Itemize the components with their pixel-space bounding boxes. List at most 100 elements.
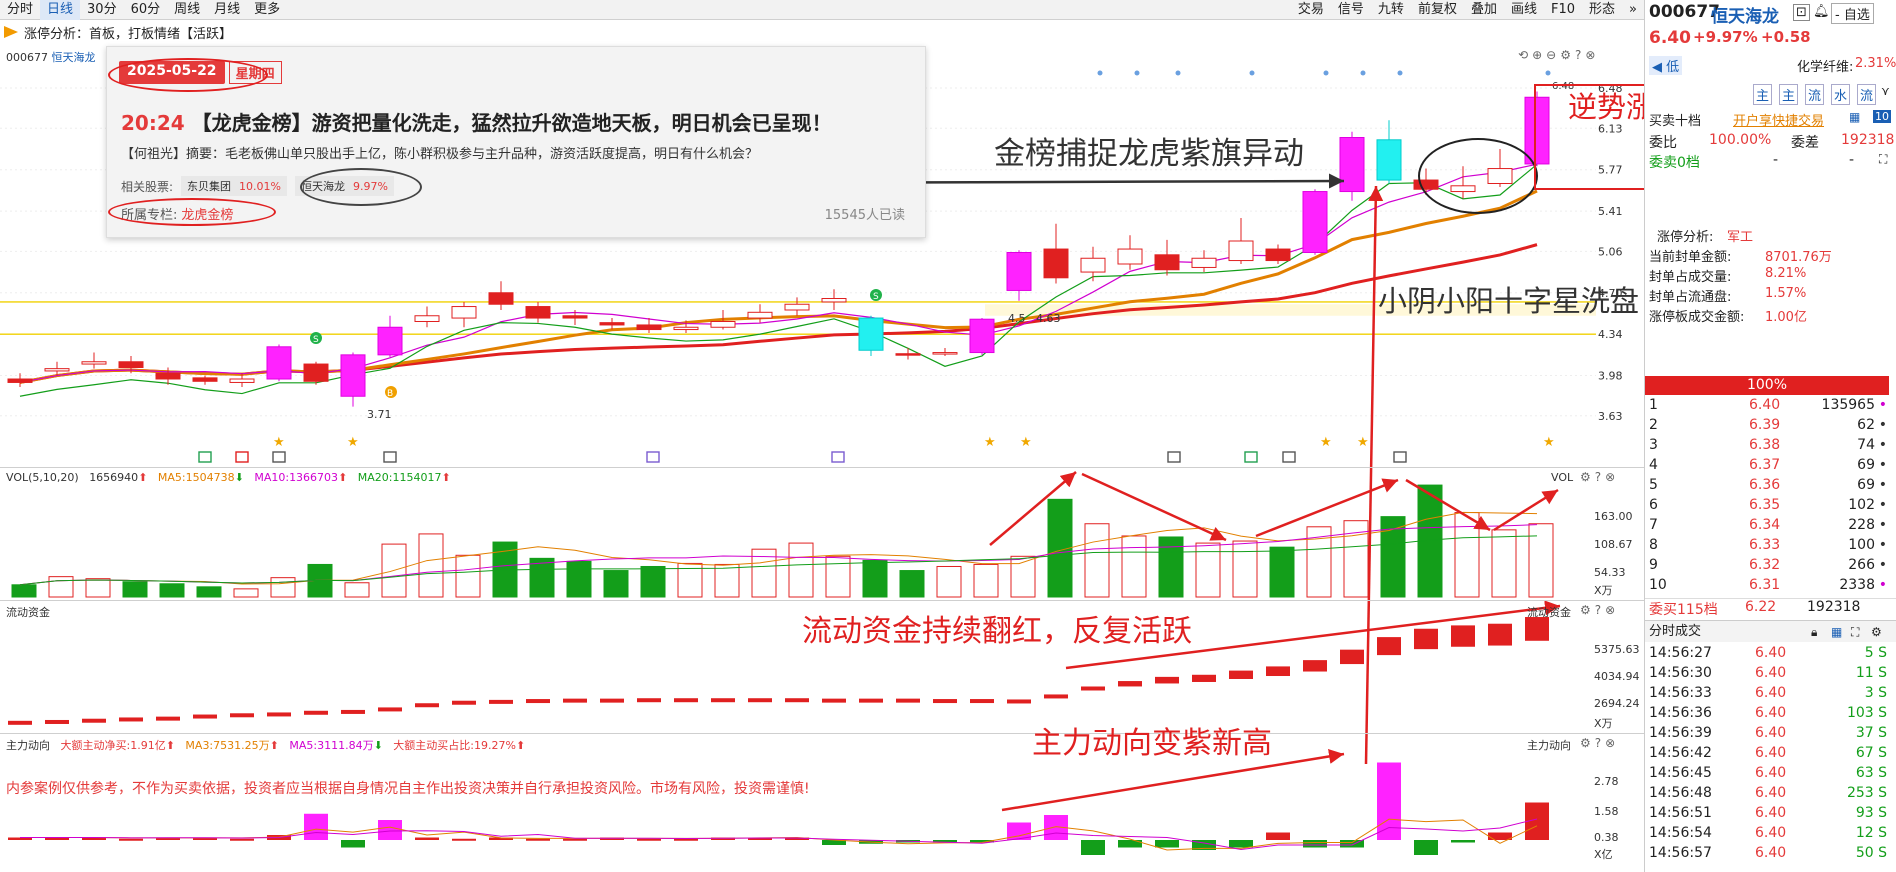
- volume-bar: [159, 583, 185, 598]
- tick-time: 14:56:48: [1649, 785, 1712, 801]
- tick-row: 14:56:51 6.40 93 S: [1645, 805, 1896, 825]
- settings-icon[interactable]: ⚙: [1580, 470, 1591, 484]
- self-select-button[interactable]: - 自选: [1831, 3, 1874, 24]
- flow-bar: [193, 714, 217, 719]
- expand-icon[interactable]: ⛶: [1851, 621, 1859, 643]
- volume-bar: [1454, 512, 1480, 598]
- order-book-row[interactable]: 9 6.32 266 •: [1649, 557, 1889, 577]
- order-book-row[interactable]: 2 6.39 62 •: [1649, 417, 1889, 437]
- close-icon[interactable]: ⊗: [1605, 736, 1615, 750]
- refresh-icon[interactable]: ⟲: [1518, 48, 1528, 62]
- weicha-label: 委差: [1791, 135, 1819, 151]
- main-tick: X亿: [1594, 848, 1613, 861]
- bid-price: 6.37: [1749, 457, 1781, 473]
- flow-bar: [1488, 623, 1512, 646]
- zoom-out-icon[interactable]: ⊖: [1546, 48, 1556, 62]
- order-book-row[interactable]: 6 6.35 102 •: [1649, 497, 1889, 517]
- volume-bar: [1528, 523, 1554, 598]
- order-book-row[interactable]: 7 6.34 228 •: [1649, 517, 1889, 537]
- close-icon[interactable]: ⊗: [1605, 603, 1615, 617]
- order-book-row[interactable]: 10 6.31 2338 •: [1649, 577, 1889, 597]
- tick-time: 14:56:33: [1649, 685, 1712, 701]
- vol-ma10: MA10:1366703: [254, 471, 339, 484]
- tick-price: 6.40: [1755, 685, 1787, 701]
- main-force-bar: [1155, 840, 1179, 848]
- order-book-row[interactable]: 8 6.33 100 •: [1649, 537, 1889, 557]
- volume-bar: [640, 565, 666, 598]
- candle-body: [969, 318, 995, 354]
- news-title[interactable]: 20:24 【龙虎金榜】游资把量化洗走，猛然拉升欲造地天板，明日机会已呈现！: [121, 107, 832, 136]
- main-force-ratio: 大额主动买占比:19.27%: [393, 739, 516, 752]
- candle-body: [414, 315, 440, 322]
- flow-bar: [933, 699, 957, 704]
- grid-icon[interactable]: ▦: [1849, 110, 1860, 124]
- open-account-link[interactable]: 开户享快捷交易: [1733, 110, 1824, 129]
- weimai-price: -: [1773, 152, 1779, 168]
- main-force-a: 大额主动净买:1.91亿: [60, 739, 166, 752]
- ten-level-toggle[interactable]: 10: [1873, 110, 1891, 123]
- weibi-row: 委比 100.00% 委差 192318: [1645, 132, 1896, 152]
- candle-body: [710, 321, 736, 328]
- close-icon[interactable]: ⊗: [1585, 48, 1595, 62]
- news-abstract: 【何祖光】摘要：毛老板佛山单只股出手上亿，陈小群积极参与主升品种，游资活跃度提高…: [121, 147, 759, 162]
- panel-tab[interactable]: 主: [1753, 84, 1773, 105]
- column-highlight-ellipse: [108, 198, 276, 226]
- close-icon[interactable]: ⊗: [1605, 470, 1615, 484]
- settings-icon[interactable]: ⚙: [1560, 48, 1571, 62]
- candle-body: [81, 361, 107, 365]
- star-icon: ★: [1357, 435, 1369, 450]
- order-book-row[interactable]: 1 6.40 135965 •: [1649, 397, 1889, 417]
- order-book-row[interactable]: 4 6.37 69 •: [1649, 457, 1889, 477]
- help-icon[interactable]: ?: [1595, 470, 1601, 484]
- bell-icon[interactable]: 🔔︎: [1813, 4, 1830, 19]
- buysell-title: 买卖十档: [1649, 114, 1702, 129]
- help-icon[interactable]: ?: [1595, 736, 1601, 750]
- tick-volume: 12 S: [1855, 825, 1887, 841]
- panel-tab[interactable]: 流: [1857, 84, 1877, 105]
- panel-tab[interactable]: 主: [1779, 84, 1799, 105]
- order-book-row[interactable]: 5 6.36 69 •: [1649, 477, 1889, 497]
- panel-tab[interactable]: 流: [1805, 84, 1825, 105]
- related-stock-1[interactable]: 东贝集团 10.01%: [181, 176, 287, 196]
- candle-body: [821, 298, 847, 303]
- stock-name-small: 恒天海龙: [51, 51, 96, 64]
- order-book-row[interactable]: 3 6.38 74 •: [1649, 437, 1889, 457]
- related-label: 相关股票:: [121, 179, 174, 194]
- flow-bar: [378, 707, 402, 712]
- stat-row: 当前封单金额: 8701.76万: [1645, 246, 1896, 266]
- help-icon[interactable]: ?: [1595, 603, 1601, 617]
- settings-icon[interactable]: ⚙: [1580, 603, 1591, 617]
- main-tick: 1.58: [1594, 805, 1619, 818]
- lock-icon[interactable]: ⊡: [1793, 4, 1810, 21]
- read-count: 15545人已读: [824, 208, 905, 223]
- tick-time: 14:56:42: [1649, 745, 1712, 761]
- tick-time: 14:56:57: [1649, 845, 1712, 861]
- expand-icon[interactable]: ⛶: [1879, 152, 1887, 167]
- level: 7: [1649, 517, 1658, 533]
- weimai-vol: -: [1849, 152, 1855, 168]
- volume-bar: [11, 584, 37, 598]
- tick-time: 14:56:36: [1649, 705, 1712, 721]
- tag-row: ◀ 低 化学纤维: 2.31%: [1645, 56, 1896, 76]
- zoom-in-icon[interactable]: ⊕: [1532, 48, 1542, 62]
- tick-row: 14:56:42 6.40 67 S: [1645, 745, 1896, 765]
- main-force-title: 主力动向: [6, 739, 50, 752]
- flow-right-label: 流动资金: [1527, 606, 1571, 619]
- help-icon[interactable]: ?: [1575, 48, 1581, 62]
- date-highlight-ellipse: [108, 58, 268, 92]
- panel-expand-icon[interactable]: ⋎: [1881, 84, 1890, 98]
- tag-low: ◀ 低: [1649, 56, 1683, 75]
- main-arrow: [1001, 749, 1345, 812]
- candle-body: [377, 326, 403, 356]
- settings-icon[interactable]: ⚙: [1871, 621, 1882, 643]
- settings-icon[interactable]: ⚙: [1580, 736, 1591, 750]
- risk-warning: 内参案例仅供参考，不作为买卖依据，投资者应当根据自身情况自主作出投资决策并自行承…: [6, 781, 810, 797]
- panel-tab[interactable]: 水: [1831, 84, 1851, 105]
- volume-bar: [85, 578, 111, 598]
- industry-label: 化学纤维:: [1797, 60, 1854, 75]
- grid-icon[interactable]: ▦: [1831, 621, 1842, 643]
- lock-icon[interactable]: 🔒︎: [1811, 621, 1817, 643]
- bid-volume: 102: [1848, 497, 1875, 513]
- weibi-label: 委比: [1649, 135, 1677, 151]
- flow-bar: [1044, 694, 1068, 699]
